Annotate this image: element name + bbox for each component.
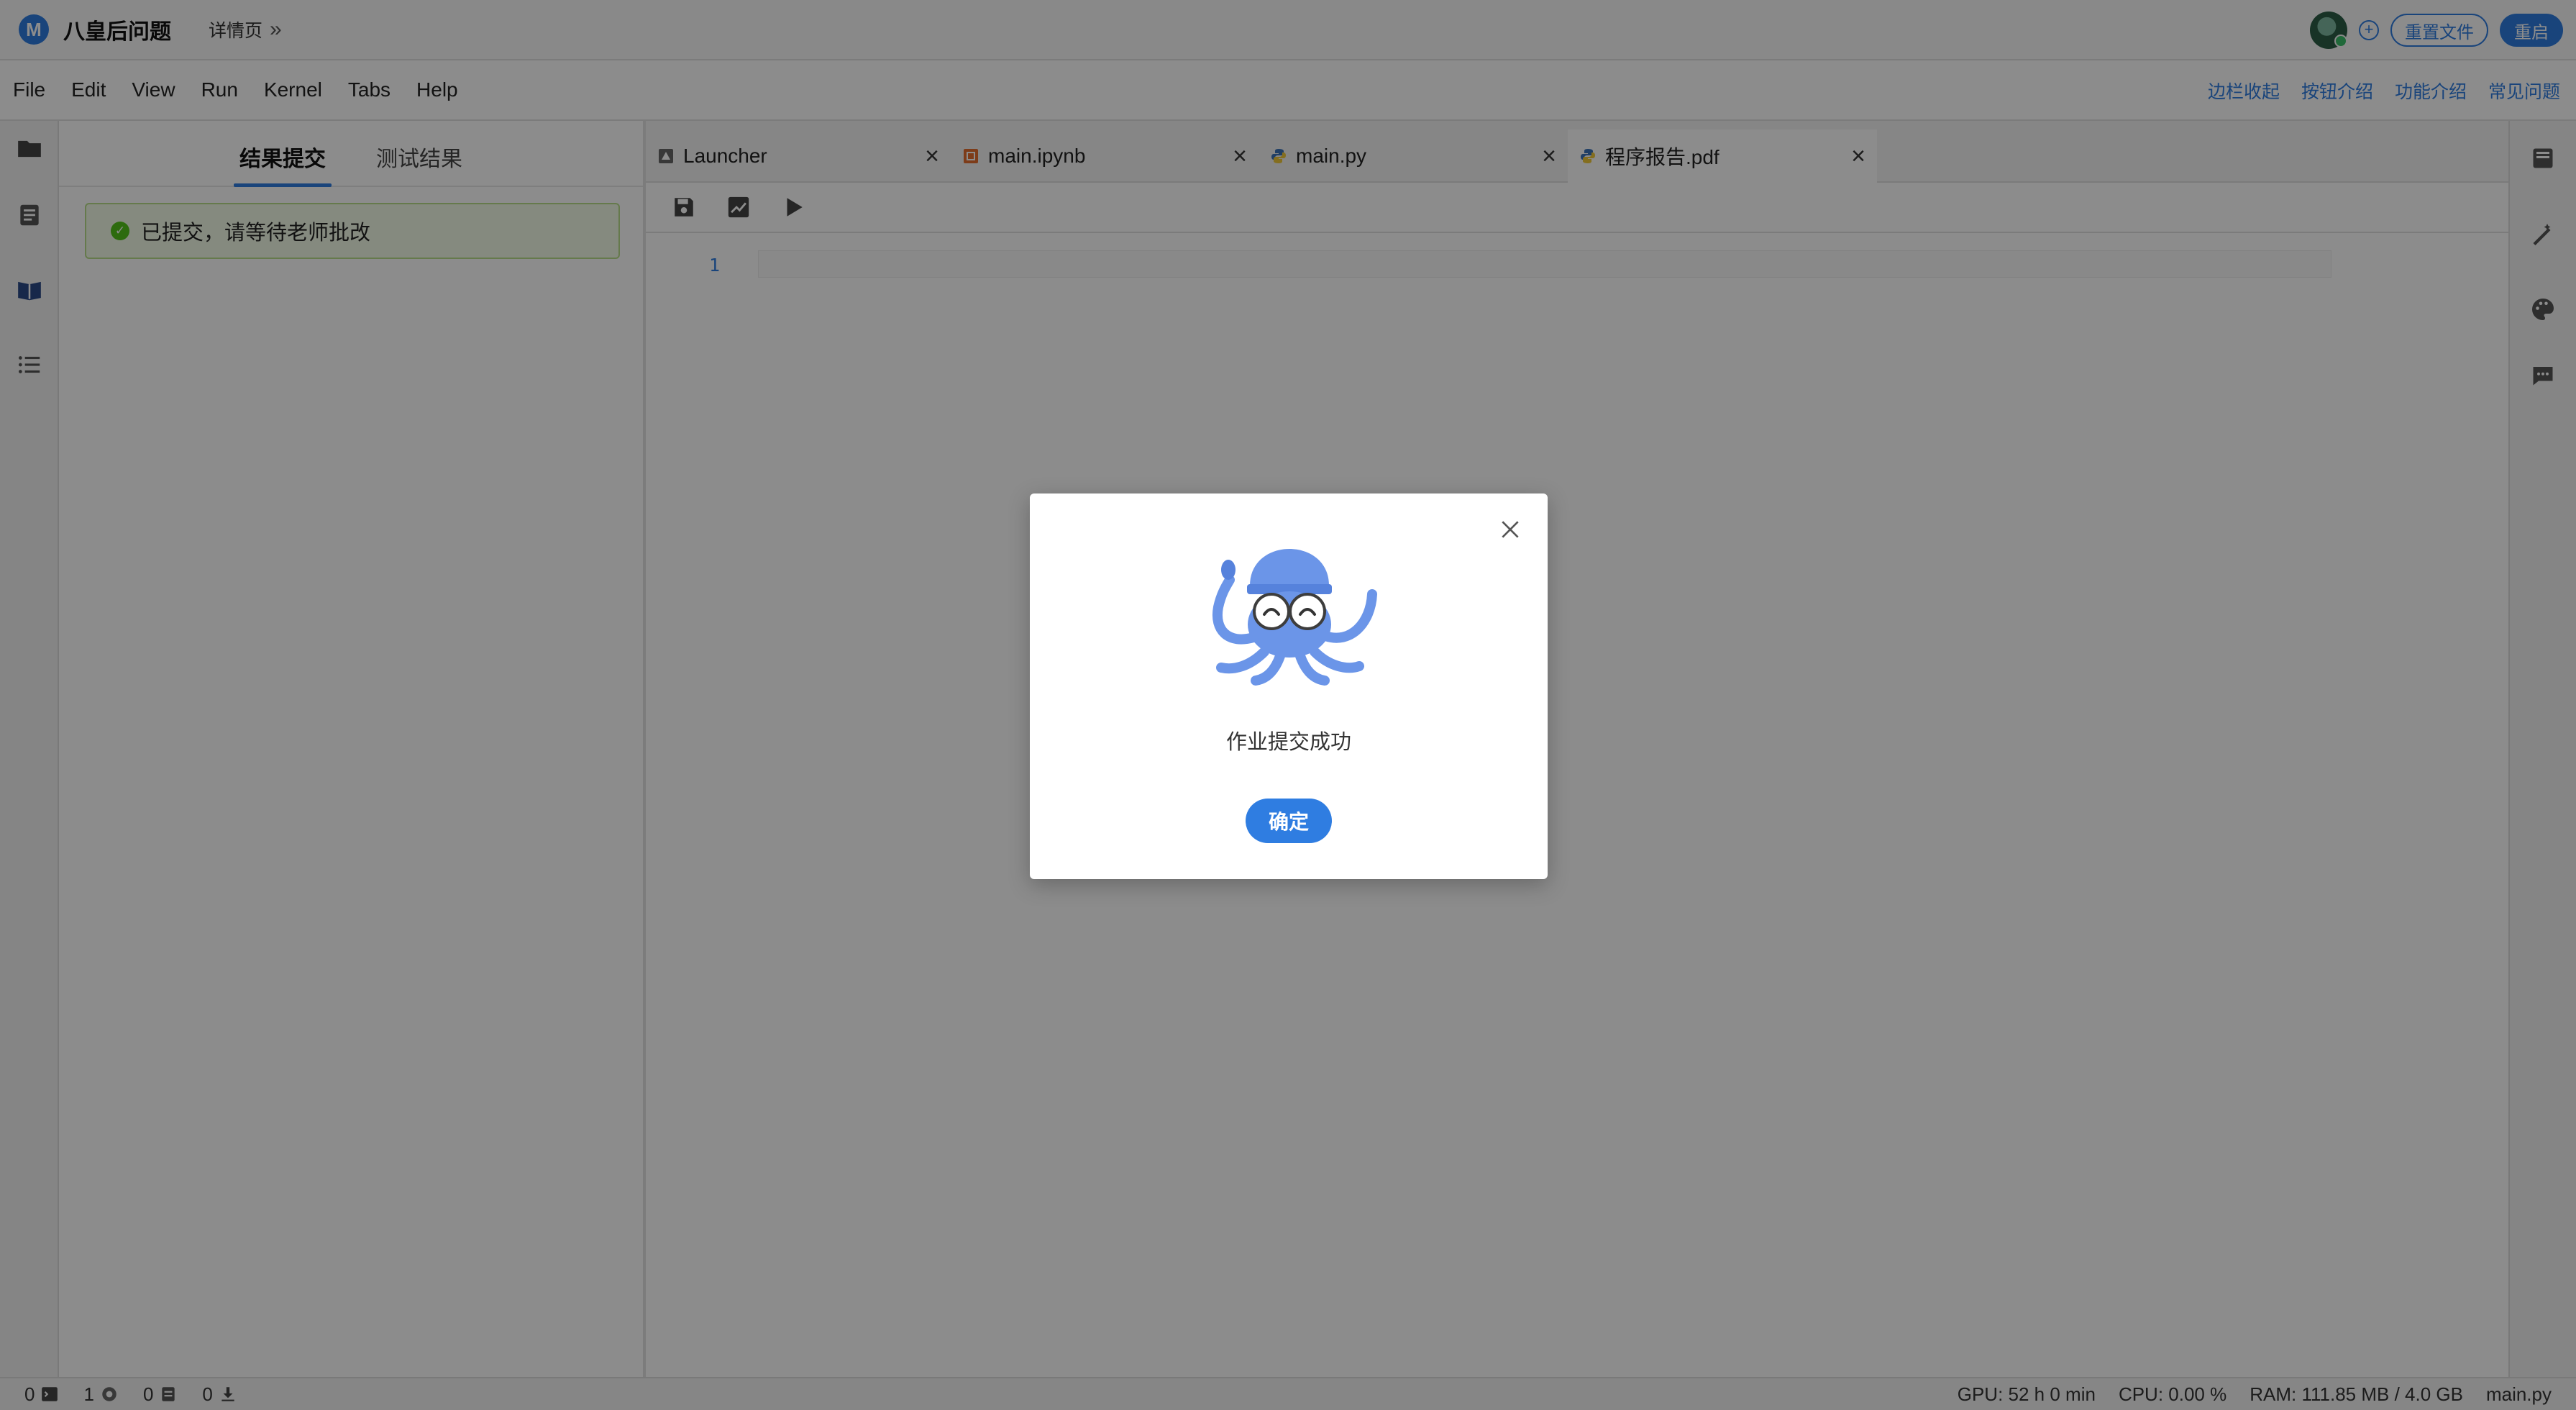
submission-success-dialog: 作业提交成功 确定 xyxy=(1030,494,1548,879)
confirm-button[interactable]: 确定 xyxy=(1246,799,1332,843)
octopus-mascot-icon xyxy=(1212,549,1377,686)
dialog-message: 作业提交成功 xyxy=(1225,731,1351,754)
close-icon[interactable] xyxy=(1499,518,1522,541)
